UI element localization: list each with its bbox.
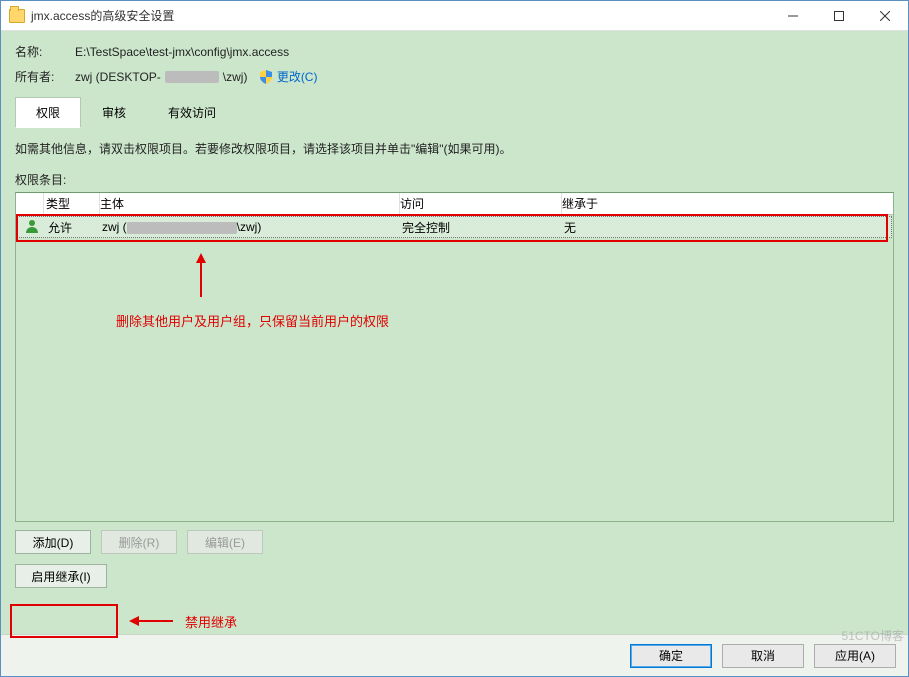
tab-effective-access[interactable]: 有效访问 (147, 97, 237, 128)
minimize-button[interactable] (770, 1, 816, 30)
list-label: 权限条目: (15, 171, 894, 188)
annotation-box-inherit (10, 604, 118, 638)
header-section: 名称: E:\TestSpace\test-jmx\config\jmx.acc… (15, 43, 894, 93)
col-access[interactable]: 访问 (400, 193, 562, 214)
col-principal[interactable]: 主体 (100, 193, 400, 214)
name-label: 名称: (15, 43, 75, 60)
enable-inherit-button[interactable]: 启用继承(I) (15, 564, 107, 588)
window-title: jmx.access的高级安全设置 (31, 7, 770, 24)
tab-audit[interactable]: 审核 (81, 97, 147, 128)
edit-button: 编辑(E) (187, 530, 263, 554)
folder-icon (9, 9, 25, 23)
close-button[interactable] (862, 1, 908, 30)
titlebar: jmx.access的高级安全设置 (1, 1, 908, 31)
name-value: E:\TestSpace\test-jmx\config\jmx.access (75, 45, 289, 59)
window-controls (770, 1, 908, 30)
annotation-inherit-note: 禁用继承 (185, 612, 237, 631)
owner-label: 所有者: (15, 68, 75, 85)
col-type[interactable]: 类型 (44, 193, 100, 214)
window: jmx.access的高级安全设置 名称: E:\TestSpace\test-… (0, 0, 909, 677)
shield-icon (259, 70, 273, 84)
owner-prefix: zwj (DESKTOP- (75, 70, 161, 84)
apply-button[interactable]: 应用(A) (814, 644, 896, 668)
owner-suffix: \zwj) (223, 70, 248, 84)
principal-suffix: \zwj) (237, 220, 262, 234)
change-owner-link[interactable]: 更改(C) (277, 68, 318, 85)
cancel-button[interactable]: 取消 (722, 644, 804, 668)
annotation-arrow-up (196, 253, 206, 297)
permission-header: 类型 主体 访问 继承于 (16, 193, 893, 215)
annotation-row-note: 删除其他用户及用户组，只保留当前用户的权限 (116, 311, 389, 330)
col-icon (16, 193, 44, 214)
row-principal: zwj ( \zwj) (102, 220, 402, 234)
content-area: 名称: E:\TestSpace\test-jmx\config\jmx.acc… (1, 31, 908, 634)
owner-row: 所有者: zwj (DESKTOP- \zwj) 更改(C) (15, 68, 894, 85)
button-row-2: 启用继承(I) (15, 564, 894, 588)
tab-permissions[interactable]: 权限 (15, 97, 81, 128)
tabs: 权限 审核 有效访问 (15, 97, 894, 128)
add-button[interactable]: 添加(D) (15, 530, 91, 554)
permission-row[interactable]: 允许 zwj ( \zwj) 完全控制 无 (17, 216, 892, 238)
row-icon-cell (18, 218, 46, 237)
owner-value: zwj (DESKTOP- \zwj) 更改(C) (75, 68, 317, 85)
maximize-button[interactable] (816, 1, 862, 30)
permission-list: 类型 主体 访问 继承于 允许 zwj ( \zwj) 完全控制 无 (15, 192, 894, 522)
principal-prefix: zwj ( (102, 220, 127, 234)
footer: 确定 取消 应用(A) (1, 634, 908, 676)
annotation-arrow-right (129, 616, 173, 626)
row-inherit: 无 (564, 219, 891, 236)
user-icon (24, 218, 40, 234)
ok-button[interactable]: 确定 (630, 644, 712, 668)
remove-button: 删除(R) (101, 530, 177, 554)
instruction-text: 如需其他信息，请双击权限项目。若要修改权限项目，请选择该项目并单击"编辑"(如果… (15, 140, 894, 157)
redacted-text (165, 71, 219, 83)
row-type: 允许 (46, 219, 102, 236)
col-inherit[interactable]: 继承于 (562, 193, 893, 214)
redacted-text (127, 222, 237, 234)
button-row-1: 添加(D) 删除(R) 编辑(E) (15, 530, 894, 554)
name-row: 名称: E:\TestSpace\test-jmx\config\jmx.acc… (15, 43, 894, 60)
row-access: 完全控制 (402, 219, 564, 236)
